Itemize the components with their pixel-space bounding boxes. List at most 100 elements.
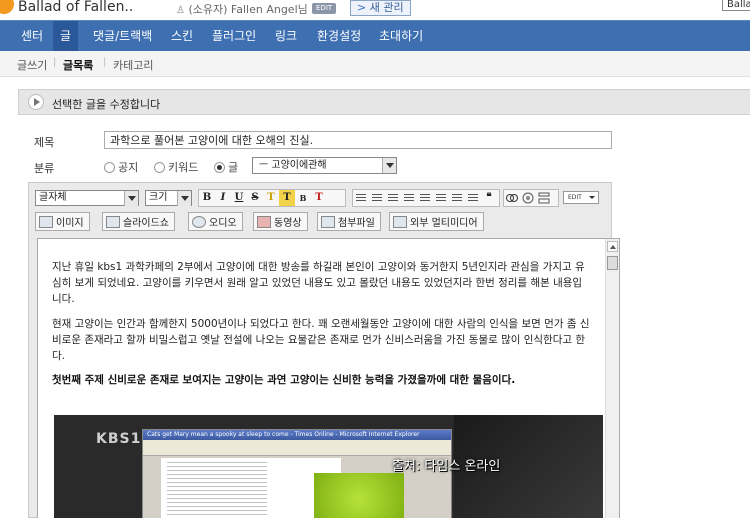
owner-prefix: (소유자) <box>188 3 228 16</box>
edit-notice-text: 선택한 글을 수정합니다 <box>52 98 161 111</box>
box-button[interactable]: B <box>295 190 311 206</box>
external-media-button[interactable]: 외부 멀티미디어 <box>389 212 484 231</box>
strike-button[interactable]: S <box>247 190 263 206</box>
attachment-button-label: 첨부파일 <box>338 218 375 229</box>
bg-color-button[interactable]: T <box>279 190 295 206</box>
align-center-icon[interactable] <box>369 190 385 206</box>
article-heading-paragraph: 첫번째 주제 신비로운 존재로 보여지는 고양이는 과연 고양이는 신비한 능력… <box>52 374 516 386</box>
image-button-label: 이미지 <box>56 218 84 229</box>
attachment-button[interactable]: 첨부파일 <box>317 212 381 231</box>
underline-button[interactable]: U <box>231 190 247 206</box>
play-arrow-icon <box>28 94 44 110</box>
nav-posts[interactable]: 글 <box>53 21 79 52</box>
outdent-icon[interactable] <box>449 190 465 206</box>
top-header: Ballad of Fallen.. ♙ (소유자) Fallen Angel님… <box>0 0 750 20</box>
link-icon[interactable] <box>504 190 520 206</box>
arrow-right-icon: > <box>357 1 370 14</box>
font-size-select[interactable]: 크기 <box>145 190 192 206</box>
image-green-area <box>314 473 404 518</box>
nav-plugin[interactable]: 플러그인 <box>212 21 256 52</box>
sub-nav: 글쓰기 | 글목록 | 카테고리 <box>0 51 750 77</box>
category-value: ㅡ 고양이에관해 <box>259 160 327 171</box>
attachment-icon <box>321 215 335 228</box>
more-icon[interactable] <box>536 190 552 206</box>
radio-button[interactable] <box>154 161 165 173</box>
radio-button-selected[interactable] <box>214 161 225 173</box>
new-manage-button[interactable]: > 새 관리 <box>350 0 411 16</box>
edit-mode-select[interactable]: EDIT <box>563 191 599 204</box>
text-color-button[interactable]: T <box>263 190 279 206</box>
video-icon <box>257 215 271 228</box>
clear-format-button[interactable]: T <box>311 190 327 206</box>
new-manage-label: 새 관리 <box>369 1 404 14</box>
emoticon-icon[interactable] <box>520 190 536 206</box>
font-size-value: 크기 <box>149 192 168 203</box>
blog-title[interactable]: Ballad of Fallen.. <box>18 0 133 15</box>
title-input[interactable] <box>104 131 612 149</box>
owner-name: Fallen Angel님 <box>230 3 308 16</box>
blockquote-icon[interactable]: ❝ <box>481 190 497 206</box>
owner-info: ♙ (소유자) Fallen Angel님 <box>176 1 308 17</box>
blog-switch-select[interactable]: Balla <box>722 0 750 11</box>
bullet-list-icon[interactable] <box>417 190 433 206</box>
main-nav: 센터 글 댓글/트랙백 스킨 플러그인 링크 환경설정 초대하기 <box>0 20 750 52</box>
category-select[interactable]: ㅡ 고양이에관해 <box>252 157 397 174</box>
editor-content-area[interactable]: 지난 휴일 kbs1 과학카페의 2부에서 고양이에 대한 방송를 하길래 본인… <box>37 238 620 518</box>
editor: 글자체 크기 B I U S T T B T ❝ EDIT 이미지 슬라이드쇼 … <box>28 182 620 518</box>
chevron-down-icon[interactable] <box>382 158 396 173</box>
slideshow-button-label: 슬라이드쇼 <box>123 218 169 229</box>
radio-keyword[interactable]: 키워드 <box>154 159 198 175</box>
subnav-write[interactable]: 글쓰기 <box>17 57 47 73</box>
paragraph-group: ❝ <box>352 189 500 207</box>
numbered-list-icon[interactable] <box>433 190 449 206</box>
external-media-icon <box>393 215 407 228</box>
chevron-down-icon[interactable] <box>124 191 138 206</box>
radio-notice-label: 공지 <box>118 161 139 174</box>
subnav-category[interactable]: 카테고리 <box>113 57 153 73</box>
blog-logo-icon[interactable] <box>0 0 14 14</box>
text-style-group: B I U S T T B T <box>198 189 346 207</box>
align-justify-icon[interactable] <box>401 190 417 206</box>
radio-post[interactable]: 글 <box>214 159 238 175</box>
image-button[interactable]: 이미지 <box>35 212 90 231</box>
title-label: 제목 <box>34 136 55 149</box>
audio-button[interactable]: 오디오 <box>188 212 243 231</box>
video-button[interactable]: 동영상 <box>253 212 308 231</box>
person-icon: ♙ <box>176 5 185 16</box>
insert-group <box>503 189 559 207</box>
nav-center[interactable]: 센터 <box>21 21 43 52</box>
subnav-post-list[interactable]: 글목록 <box>63 57 93 73</box>
nav-settings[interactable]: 환경설정 <box>317 21 361 52</box>
radio-keyword-label: 키워드 <box>168 161 199 174</box>
embedded-toolbar <box>143 440 451 456</box>
bold-button[interactable]: B <box>199 190 215 206</box>
slideshow-button[interactable]: 슬라이드쇼 <box>102 212 175 231</box>
nav-link[interactable]: 링크 <box>275 21 297 52</box>
radio-button[interactable] <box>104 161 115 173</box>
nav-invite[interactable]: 초대하기 <box>379 21 423 52</box>
subnav-separator: | <box>103 57 107 68</box>
italic-button[interactable]: I <box>215 190 231 206</box>
scroll-thumb[interactable] <box>607 256 618 270</box>
align-right-icon[interactable] <box>385 190 401 206</box>
font-family-select[interactable]: 글자체 <box>35 190 139 206</box>
nav-comments[interactable]: 댓글/트랙백 <box>93 21 152 52</box>
radio-post-label: 글 <box>228 161 239 174</box>
chevron-down-icon[interactable] <box>177 191 191 206</box>
format-toolbar: 글자체 크기 B I U S T T B T ❝ EDIT <box>35 189 605 207</box>
edit-profile-chip[interactable]: EDIT <box>312 3 337 14</box>
article-paragraph: 현재 고양이는 인간과 함께한지 5000년이나 되었다고 한다. 꽤 오랜세월… <box>52 318 590 362</box>
radio-notice[interactable]: 공지 <box>104 159 138 175</box>
edit-notice-bar: 선택한 글을 수정합니다 <box>18 89 750 115</box>
embedded-window-title: Cats get Mary mean a spooky at sleep to … <box>143 430 451 440</box>
nav-skin[interactable]: 스킨 <box>171 21 193 52</box>
scroll-up-icon[interactable] <box>607 241 618 252</box>
audio-button-label: 오디오 <box>209 218 237 229</box>
image-source-caption: 출처: 타임스 온라인 <box>392 459 501 474</box>
article-image[interactable]: KBS1HD Cats get Mary mean a spooky at sl… <box>54 415 603 518</box>
align-left-icon[interactable] <box>353 190 369 206</box>
editor-scrollbar[interactable] <box>605 239 619 518</box>
category-label: 분류 <box>34 162 55 175</box>
indent-icon[interactable] <box>465 190 481 206</box>
external-media-button-label: 외부 멀티미디어 <box>410 218 478 229</box>
